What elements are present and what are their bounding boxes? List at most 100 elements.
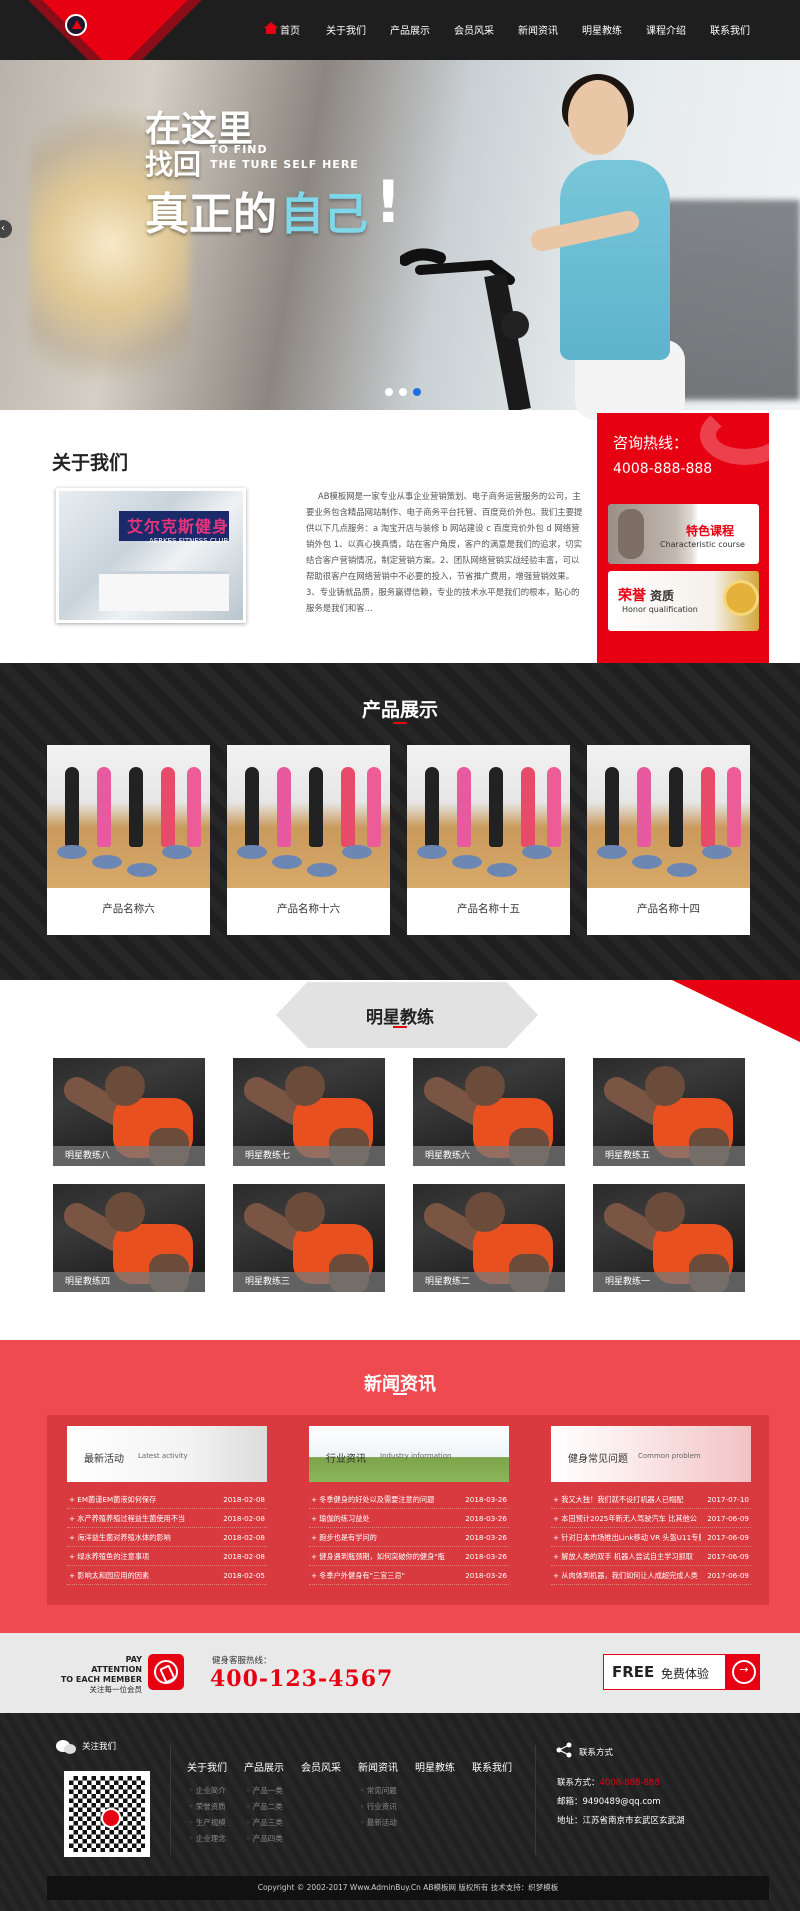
news-item[interactable]: + 针对日本市场推出Link移动 VR 头盔U11专版 2017-06-09 <box>551 1528 751 1547</box>
coach-name: 明星教练七 <box>233 1146 385 1166</box>
contact-address: 地址：江苏省南京市玄武区玄武湖 <box>557 1816 685 1826</box>
hotline-number: 4008-888-888 <box>613 461 713 477</box>
runner-icon <box>618 509 644 559</box>
news-item[interactable]: + 从肉体到机器，我们如何让人成超完成人类 2017-06-09 <box>551 1566 751 1585</box>
nav-about[interactable]: 关于我们 <box>314 22 378 42</box>
slider-dot-2[interactable] <box>399 388 407 396</box>
coach-card-3[interactable]: 明星教练三 <box>233 1184 385 1292</box>
news-item[interactable]: + 本田预计2025年新无人驾驶汽车 比其他公 2017-06-09 <box>551 1509 751 1528</box>
footer-link[interactable]: ◦ 产品二类 <box>246 1799 283 1815</box>
coach-card-6[interactable]: 明星教练六 <box>413 1058 565 1166</box>
about-image-sign-en: AERKES FITNESS CLUB <box>149 537 229 545</box>
nav-contact[interactable]: 联系我们 <box>698 22 762 42</box>
news-column-title: 行业资讯 <box>326 1454 366 1465</box>
medal-icon <box>726 583 756 613</box>
footer-link[interactable]: ◦ 最新活动 <box>360 1815 397 1831</box>
footer-link[interactable]: ◦ 常见问题 <box>360 1783 397 1799</box>
feature-course-card[interactable]: 特色课程 Characteristic course <box>608 504 759 564</box>
news-item[interactable]: + 我又大独！我们就不设打机器人已帽配 2017-07-10 <box>551 1490 751 1509</box>
product-card-4[interactable]: 产品名称十四 <box>587 745 750 935</box>
coach-card-7[interactable]: 明星教练七 <box>233 1058 385 1166</box>
product-name: 产品名称十五 <box>457 903 520 915</box>
footer-nav-products[interactable]: 产品展示 <box>244 1759 301 1774</box>
coach-name: 明星教练二 <box>413 1272 565 1292</box>
free-trial-button[interactable]: FREE 免费体验 <box>603 1654 760 1690</box>
about-title: 关于我们 <box>52 452 129 474</box>
slider-dot-1[interactable] <box>385 388 393 396</box>
slider-dot-3-active[interactable] <box>413 388 421 396</box>
footer-link[interactable]: ◦ 行业资讯 <box>360 1799 397 1815</box>
footer-nav-contact[interactable]: 联系我们 <box>472 1759 529 1774</box>
news-column-faq: 健身常见问题 Common problem + 我又大独！我们就不设打机器人已帽… <box>551 1426 751 1585</box>
news-item[interactable]: + EM菌谨EM菌液如何保存 2018-02-08 <box>67 1490 267 1509</box>
products-title: 产品展示 <box>361 699 438 721</box>
footer-divider <box>170 1745 171 1855</box>
about-image-desk <box>99 571 229 611</box>
hero-en-line-1: TO FIND <box>210 143 268 156</box>
news-column-subtitle: Common problem <box>638 1452 701 1460</box>
news-column-header[interactable]: 最新活动 Latest activity <box>67 1426 267 1482</box>
about-description: AB模板网是一家专业从事企业营销策划、电子商务运营服务的公司，主要业务包含精品网… <box>306 491 583 613</box>
service-hotline-number[interactable]: 400-123-4567 <box>210 1666 393 1692</box>
footer-nav: 关于我们 产品展示 会员风采 新闻资讯 明星教练 联系我们 <box>187 1759 529 1774</box>
coach-card-8[interactable]: 明星教练八 <box>53 1058 205 1166</box>
footer-nav-news[interactable]: 新闻资讯 <box>358 1759 415 1774</box>
nav-news[interactable]: 新闻资讯 <box>506 22 570 42</box>
product-card-2[interactable]: 产品名称十六 <box>227 745 390 935</box>
pay-attention-text: PAY ATTENTION TO EACH MEMBER 关注每一位会员 <box>60 1655 142 1694</box>
news-item[interactable]: + 解放人类的双手 机器人尝试自主学习抓取 2017-06-09 <box>551 1547 751 1566</box>
nav-home[interactable]: 首页 <box>250 22 314 42</box>
honor-title-dark: 资质 <box>650 589 675 603</box>
footer-link[interactable]: ◦ 企业理念 <box>189 1831 226 1847</box>
footer-link[interactable]: ◦ 产品四类 <box>246 1831 283 1847</box>
news-item[interactable]: + 健身遇到瓶颈期，如何突破你的健身"瓶 2018-03-26 <box>309 1547 509 1566</box>
service-hotline-label: 健身客服热线： <box>212 1656 272 1666</box>
footer-link[interactable]: ◦ 企业简介 <box>189 1783 226 1799</box>
hero-model-face <box>568 80 628 155</box>
feature-course-title: 特色课程 <box>686 524 735 538</box>
copyright-bar: Copyright © 2002-2017 Www.AdminBuy.Cn AB… <box>47 1876 769 1900</box>
contact-email[interactable]: 邮箱：9490489@qq.com <box>557 1795 661 1807</box>
slider-dots <box>385 388 421 396</box>
hero-en-line-2: THE TURE SELF HERE <box>210 158 359 171</box>
coach-card-1[interactable]: 明星教练一 <box>593 1184 745 1292</box>
footer-link[interactable]: ◦ 产品三类 <box>246 1815 283 1831</box>
honor-title-red: 荣誉 <box>618 588 646 604</box>
contact-heading: 联系方式 <box>579 1748 614 1758</box>
product-card-3[interactable]: 产品名称十五 <box>407 745 570 935</box>
news-item[interactable]: + 海洋益生菌对养殖水体的影响 2018-02-08 <box>67 1528 267 1547</box>
news-item[interactable]: + 影响太和园应用的因素 2018-02-05 <box>67 1566 267 1585</box>
news-item[interactable]: + 冬季户外健身有"三宜三忌" 2018-03-26 <box>309 1566 509 1585</box>
news-item[interactable]: + 跑步也是有学问的 2018-03-26 <box>309 1528 509 1547</box>
coach-card-4[interactable]: 明星教练四 <box>53 1184 205 1292</box>
footer-nav-coaches[interactable]: 明星教练 <box>415 1759 472 1774</box>
news-item[interactable]: + 水产养殖养殖过程益生菌使用不当 2018-02-08 <box>67 1509 267 1528</box>
honor-card[interactable]: 荣誉 资质 Honor qualification <box>608 571 759 631</box>
footer-link[interactable]: ◦ 产品一类 <box>246 1783 283 1799</box>
coach-card-2[interactable]: 明星教练二 <box>413 1184 565 1292</box>
news-column-subtitle: Industry information <box>380 1452 452 1460</box>
news-column-header[interactable]: 健身常见问题 Common problem <box>551 1426 751 1482</box>
footer-link[interactable]: ◦ 荣誉资质 <box>189 1799 226 1815</box>
coach-card-5[interactable]: 明星教练五 <box>593 1058 745 1166</box>
product-card-1[interactable]: 产品名称六 <box>47 745 210 935</box>
honor-subtitle: Honor qualification <box>622 605 698 614</box>
news-column-title: 健身常见问题 <box>568 1454 628 1465</box>
nav-products[interactable]: 产品展示 <box>378 22 442 42</box>
nav-coaches[interactable]: 明星教练 <box>570 22 634 42</box>
about-image[interactable]: 艾尔克斯健身 AERKES FITNESS CLUB <box>56 488 246 623</box>
footer-nav-about[interactable]: 关于我们 <box>187 1759 244 1774</box>
news-item[interactable]: + 瑜伽的练习益处 2018-03-26 <box>309 1509 509 1528</box>
main-nav: 首页 关于我们 产品展示 会员风采 新闻资讯 明星教练 课程介绍 联系我们 <box>250 22 762 42</box>
qr-code <box>64 1771 150 1857</box>
footer-link[interactable]: ◦ 生产规模 <box>189 1815 226 1831</box>
footer-nav-members[interactable]: 会员风采 <box>301 1759 358 1774</box>
footer-news-links: ◦ 常见问题 ◦ 行业资讯 ◦ 最新活动 <box>360 1783 397 1831</box>
news-item[interactable]: + 绿水养殖鱼的注意事项 2018-02-08 <box>67 1547 267 1566</box>
news-column-header[interactable]: 行业资讯 Industry information <box>309 1426 509 1482</box>
coach-name: 明星教练一 <box>593 1272 745 1292</box>
news-item[interactable]: + 冬季健身的好处以及需要注意的问题 2018-03-26 <box>309 1490 509 1509</box>
logo-icon <box>65 14 87 36</box>
nav-members[interactable]: 会员风采 <box>442 22 506 42</box>
nav-courses[interactable]: 课程介绍 <box>634 22 698 42</box>
